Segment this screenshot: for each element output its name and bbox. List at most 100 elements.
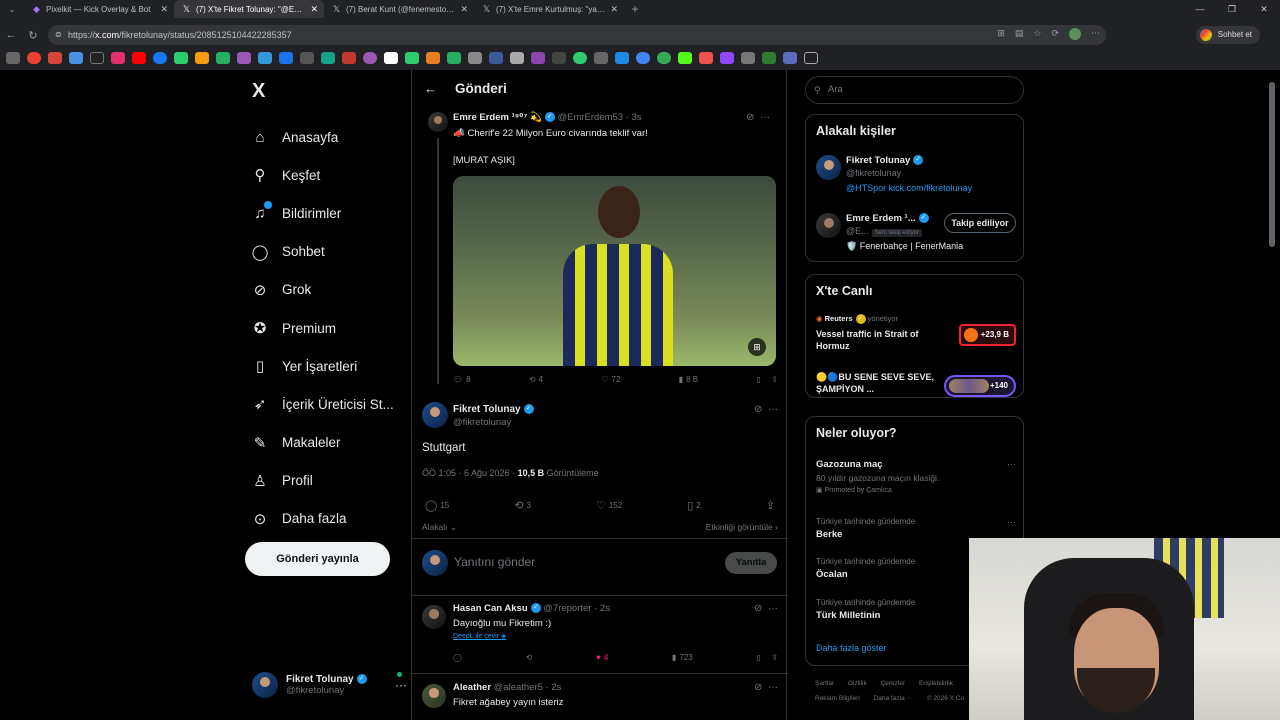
post-time[interactable]: · 2s (546, 682, 562, 693)
bookmark-icon[interactable] (174, 52, 188, 64)
bookmark-icon[interactable] (279, 52, 293, 64)
reply-action[interactable]: 💬︎ 8 (453, 375, 471, 384)
grok-icon[interactable]: ⊘ (754, 682, 762, 693)
reader-icon[interactable]: ▤ (1015, 28, 1024, 40)
bookmark-icon[interactable] (48, 52, 62, 64)
bookmark-icon[interactable] (216, 52, 230, 64)
show-more-link[interactable]: Daha fazla göster (816, 643, 887, 653)
folder-icon[interactable] (804, 52, 818, 64)
author-handle[interactable]: @fikretolunay (453, 417, 511, 428)
bookmark-action[interactable]: ▯ ⇪ (756, 375, 778, 384)
bookmark-icon[interactable] (237, 52, 251, 64)
footer-link[interactable]: Erişilebilirlik (919, 680, 953, 687)
repost-action[interactable]: ⟲ 3 (514, 499, 531, 512)
chat-button[interactable]: Sohbet et (1195, 26, 1260, 44)
avatar[interactable] (816, 213, 841, 238)
sidebar-item-creator-studio[interactable]: ➶ İçerik Üreticisi St... (250, 385, 394, 423)
author-name[interactable]: Aleather (453, 682, 491, 693)
sidebar-item-profile[interactable]: ♙ Profil (250, 462, 394, 500)
grok-icon[interactable]: ⊘ (746, 112, 754, 123)
close-icon[interactable]: ✕ (160, 4, 168, 15)
live-item[interactable]: ◉ Reuters ✓ yönetiyor Vessel traffic in S… (816, 314, 1016, 352)
author-handle[interactable]: @7reporter (543, 603, 591, 614)
account-switcher[interactable]: Fikret Tolunay ✓ @fikretolunay ··· (252, 672, 407, 698)
back-icon[interactable]: ← (0, 29, 22, 41)
bookmark-icon[interactable] (405, 52, 419, 64)
post-time[interactable]: · 2s (594, 603, 610, 614)
post-time[interactable]: · 3s (626, 112, 642, 123)
more-icon[interactable]: ··· (768, 404, 778, 415)
reply-input[interactable]: Yanıtını gönder (454, 555, 535, 569)
sidebar-item-premium[interactable]: ✪ Premium (250, 309, 394, 347)
more-icon[interactable]: ··· (768, 682, 778, 693)
share-icon[interactable]: ⇪ (771, 653, 778, 662)
bookmark-icon[interactable] (573, 52, 587, 64)
minimize-icon[interactable]: — (1184, 0, 1216, 18)
bookmark-icon[interactable] (132, 52, 146, 64)
author-handle[interactable]: @EmrErdem53 (557, 112, 623, 123)
bookmark-icon[interactable] (783, 52, 797, 64)
live-item[interactable]: 🟡🔵BU SENE SEVE SEVE, ŞAMPİYON ... +140 (816, 371, 1016, 397)
close-icon[interactable]: ✕ (310, 4, 318, 15)
more-icon[interactable]: ··· (395, 678, 407, 692)
tab-list-icon[interactable]: ⌄ (0, 5, 24, 14)
bookmark-icon[interactable] (741, 52, 755, 64)
like-action[interactable]: ♡ 152 (596, 499, 622, 512)
scroll-thumb[interactable] (1269, 82, 1275, 247)
related-toggle[interactable]: Alakalı ⌄ (422, 522, 457, 533)
views-action[interactable]: ▮ 723 (672, 653, 693, 662)
repost-icon[interactable]: ⟲ (526, 653, 533, 662)
bookmark-icon[interactable] (111, 52, 125, 64)
bookmark-icon[interactable] (69, 52, 83, 64)
like-action[interactable]: ♡ 72 (601, 375, 620, 384)
footer-link[interactable]: Reklam Bilgileri (815, 695, 860, 702)
bookmark-icon[interactable] (531, 52, 545, 64)
bookmark-icon[interactable] (468, 52, 482, 64)
bookmark-icon[interactable] (153, 52, 167, 64)
sidebar-item-home[interactable]: ⌂ Anasayfa (250, 118, 394, 156)
more-icon[interactable]: ··· (760, 112, 770, 123)
footer-link[interactable]: Daha fazla ··· (874, 695, 913, 702)
post-timestamp[interactable]: ÖÖ 1:05 · 6 Ağu 2026 · (422, 468, 515, 478)
bookmark-icon[interactable] (258, 52, 272, 64)
translate-link[interactable]: DeepL ile çevir ◈ (453, 632, 506, 640)
bookmark-icon[interactable] (657, 52, 671, 64)
avatar[interactable] (816, 155, 841, 180)
bookmark-icon[interactable] (363, 52, 377, 64)
bookmark-icon[interactable] (720, 52, 734, 64)
trend-item[interactable]: Türkiye tarihinde gündemde Berke ··· (816, 517, 1016, 540)
author-name[interactable]: Fikret Tolunay (453, 404, 521, 415)
author-name[interactable]: Emre Erdem ¹⁹⁰⁷ 💫 (453, 112, 542, 123)
sidebar-item-explore[interactable]: ⚲ Keşfet (250, 156, 394, 194)
star-icon[interactable]: ☆ (1033, 28, 1041, 40)
bookmark-icon[interactable] (552, 52, 566, 64)
sidebar-item-notifications[interactable]: ♫ Bildirimler (250, 194, 394, 232)
search-input[interactable]: ⚲ Ara (805, 76, 1024, 104)
author-handle[interactable]: @aleather5 (494, 682, 543, 693)
bookmark-icon[interactable] (6, 52, 20, 64)
close-window-icon[interactable]: ✕ (1248, 0, 1280, 18)
bookmark-icon[interactable] (594, 52, 608, 64)
back-arrow-icon[interactable]: ← (424, 81, 437, 96)
bookmark-icon[interactable] (447, 52, 461, 64)
reply-action[interactable]: ◯ 15 (425, 499, 449, 512)
bio-link[interactable]: @HTSpor kick.com/fikretolunay (846, 183, 972, 193)
reply-button[interactable]: Yanıtla (725, 552, 777, 574)
browser-tab-berat[interactable]: 𝕏 (7) Berat Kunt (@fenemesto) / X ✕ (324, 0, 474, 18)
views-action[interactable]: ▮ 8 B (679, 375, 698, 384)
bookmark-icon[interactable] (678, 52, 692, 64)
bookmark-icon[interactable] (489, 52, 503, 64)
browser-tab-active[interactable]: 𝕏 (7) X'te Fikret Tolunay: "@EmrErdem53 … (174, 0, 324, 18)
bookmark-icon[interactable] (90, 52, 104, 64)
share-icon[interactable]: ⇪ (766, 499, 775, 512)
bookmark-action[interactable]: ▯ 2 (687, 499, 701, 512)
extension-icon[interactable]: ⊞ (997, 28, 1005, 40)
avatar[interactable] (422, 684, 446, 708)
sidebar-item-articles[interactable]: ✎ Makaleler (250, 424, 394, 462)
footer-link[interactable]: Şartlar (815, 680, 834, 687)
avatar[interactable] (422, 605, 446, 629)
bookmark-icon[interactable] (699, 52, 713, 64)
bookmark-icon[interactable] (321, 52, 335, 64)
image-alt-icon[interactable]: ⊞ (748, 338, 766, 356)
person-name[interactable]: Fikret Tolunay (846, 155, 910, 166)
